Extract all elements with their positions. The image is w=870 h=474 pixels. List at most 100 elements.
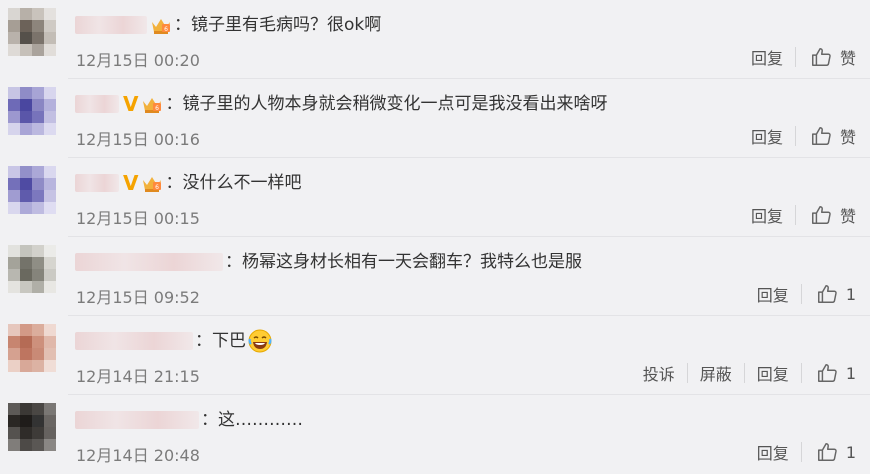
avatar-pixel — [20, 99, 32, 111]
comment-time: 12月15日 00:15 — [76, 209, 200, 228]
like-button[interactable]: 1 — [802, 362, 856, 384]
thumbs-up-icon — [812, 206, 831, 224]
avatar-pixel — [20, 269, 32, 281]
like-button[interactable]: 1 — [802, 283, 856, 305]
reply-button[interactable]: 回复 — [745, 361, 801, 385]
comment-actions: 回复 1 — [745, 439, 856, 465]
avatar[interactable] — [8, 8, 56, 56]
comment-item: ：下巴 12月14日 21:15 投诉 屏蔽 回复 1 — [0, 316, 870, 395]
comment-actions: 回复 赞 — [739, 123, 856, 149]
username-blurred[interactable] — [75, 95, 119, 113]
comment-time: 12月14日 21:15 — [76, 367, 200, 386]
username-blurred[interactable] — [75, 174, 119, 192]
comment-body: V 6 ：没什么不一样吧 — [75, 170, 301, 196]
avatar[interactable] — [8, 403, 56, 451]
thumbs-up-icon — [817, 285, 837, 303]
avatar-pixel — [20, 123, 32, 135]
comment-text: ：没什么不一样吧 — [165, 173, 302, 193]
avatar-pixel — [32, 190, 44, 202]
avatar-pixel — [44, 178, 56, 190]
avatar-pixel — [8, 403, 20, 415]
avatar-pixel — [20, 427, 32, 439]
avatar[interactable] — [8, 87, 56, 135]
comment-item: V 6 ：没什么不一样吧 12月15日 00:15 回复 赞 — [0, 158, 870, 237]
avatar-pixel — [20, 324, 32, 336]
vip-crown-icon: 6 — [143, 98, 162, 113]
avatar-pixel — [8, 8, 20, 20]
avatar-pixel — [8, 415, 20, 427]
like-count: 1 — [845, 284, 856, 304]
comment-time: 12月15日 00:16 — [76, 130, 200, 149]
avatar-pixel — [20, 8, 32, 20]
block-button[interactable]: 屏蔽 — [688, 361, 744, 385]
avatar-pixel — [44, 87, 56, 99]
avatar-pixel — [20, 32, 32, 44]
like-count: 1 — [845, 442, 856, 462]
avatar-pixel — [32, 415, 44, 427]
avatar-pixel — [8, 190, 20, 202]
username-blurred[interactable] — [75, 411, 199, 429]
comment-time: 12月14日 20:48 — [76, 446, 200, 465]
like-button[interactable]: 赞 — [796, 203, 856, 227]
avatar-pixel — [32, 245, 44, 257]
avatar[interactable] — [8, 324, 56, 372]
reply-button[interactable]: 回复 — [739, 45, 795, 69]
comment-text: ：这………… — [201, 410, 303, 430]
verified-v-icon: V — [123, 92, 139, 116]
avatar-pixel — [32, 257, 44, 269]
username-blurred[interactable] — [75, 332, 193, 350]
comment-body: 6 ：镜子里有毛病吗？很ok啊 — [75, 12, 381, 38]
avatar-pixel — [44, 348, 56, 360]
avatar-pixel — [44, 360, 56, 372]
vip-crown-icon: 6 — [152, 19, 170, 34]
avatar-pixel — [8, 178, 20, 190]
comment-actions: 回复 赞 — [739, 202, 856, 228]
reply-button[interactable]: 回复 — [745, 440, 801, 464]
avatar-pixel — [44, 281, 56, 293]
comment-actions: 回复 赞 — [739, 44, 856, 70]
avatar-pixel — [32, 427, 44, 439]
avatar-pixel — [32, 439, 44, 451]
laugh-cry-emoji-icon — [248, 329, 272, 353]
avatar[interactable] — [8, 166, 56, 214]
avatar-pixel — [8, 324, 20, 336]
comment-time: 12月15日 00:20 — [76, 51, 200, 70]
avatar-pixel — [8, 245, 20, 257]
avatar-pixel — [20, 166, 32, 178]
avatar-pixel — [8, 427, 20, 439]
avatar-pixel — [8, 123, 20, 135]
avatar-pixel — [20, 281, 32, 293]
comment-item: 6 ：镜子里有毛病吗？很ok啊 12月15日 00:20 回复 赞 — [0, 0, 870, 79]
avatar-pixel — [20, 44, 32, 56]
avatar[interactable] — [8, 245, 56, 293]
avatar-pixel — [44, 403, 56, 415]
like-button[interactable]: 赞 — [796, 45, 856, 69]
avatar-pixel — [20, 336, 32, 348]
reply-button[interactable]: 回复 — [739, 203, 795, 227]
comment-item: V 6 ：镜子里的人物本身就会稍微变化一点可是我没看出来啥呀 12月15日 00… — [0, 79, 870, 158]
avatar-pixel — [32, 20, 44, 32]
avatar-pixel — [44, 123, 56, 135]
avatar-pixel — [20, 403, 32, 415]
report-button[interactable]: 投诉 — [631, 361, 687, 385]
comment-text: ：镜子里的人物本身就会稍微变化一点可是我没看出来啥呀 — [165, 94, 608, 114]
reply-button[interactable]: 回复 — [739, 124, 795, 148]
like-button[interactable]: 赞 — [796, 124, 856, 148]
vip-crown-icon: 6 — [143, 177, 162, 192]
avatar-pixel — [20, 360, 32, 372]
avatar-pixel — [8, 32, 20, 44]
comment-body: ：下巴 — [75, 328, 272, 354]
avatar-pixel — [44, 439, 56, 451]
username-blurred[interactable] — [75, 253, 223, 271]
avatar-pixel — [8, 202, 20, 214]
avatar-pixel — [20, 439, 32, 451]
avatar-pixel — [32, 269, 44, 281]
avatar-pixel — [44, 427, 56, 439]
reply-button[interactable]: 回复 — [745, 282, 801, 306]
avatar-pixel — [44, 99, 56, 111]
username-blurred[interactable] — [75, 16, 147, 34]
avatar-pixel — [32, 336, 44, 348]
like-button[interactable]: 1 — [802, 441, 856, 463]
avatar-pixel — [8, 269, 20, 281]
comment-item: ：杨幂这身材长相有一天会翻车？我特么也是服 12月15日 09:52 回复 1 — [0, 237, 870, 316]
